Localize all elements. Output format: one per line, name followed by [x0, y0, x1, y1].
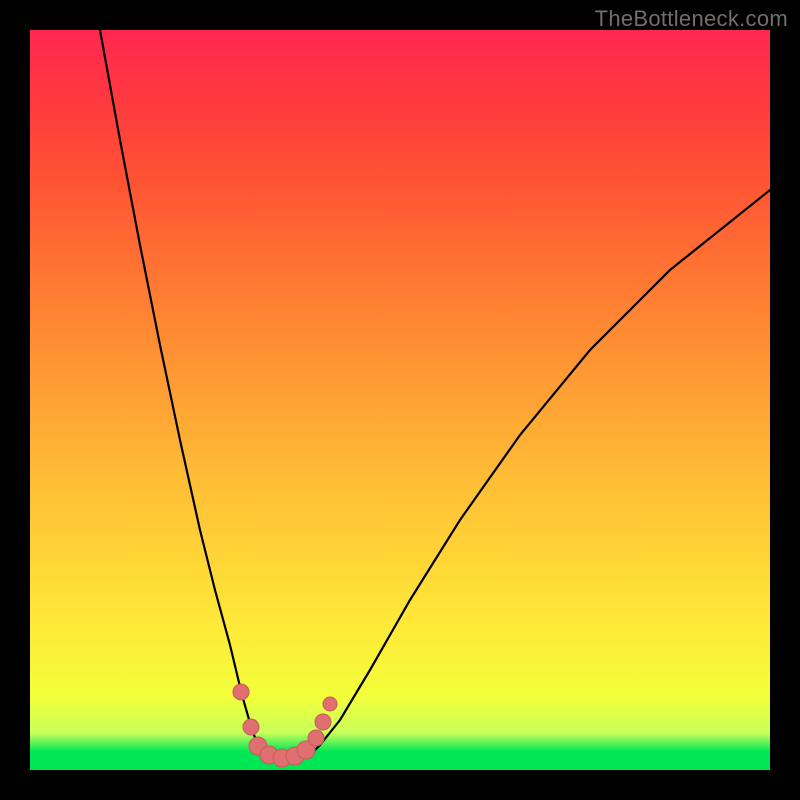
outer-frame: TheBottleneck.com [0, 0, 800, 800]
plot-area [30, 30, 770, 770]
curve-marker [243, 719, 259, 735]
curve-marker [315, 714, 331, 730]
curve-layer [30, 30, 770, 770]
marker-group [233, 684, 337, 767]
curve-marker [323, 697, 337, 711]
bottleneck-curve [100, 30, 770, 760]
watermark-text: TheBottleneck.com [595, 6, 788, 32]
curve-marker [233, 684, 249, 700]
curve-marker [308, 730, 324, 746]
